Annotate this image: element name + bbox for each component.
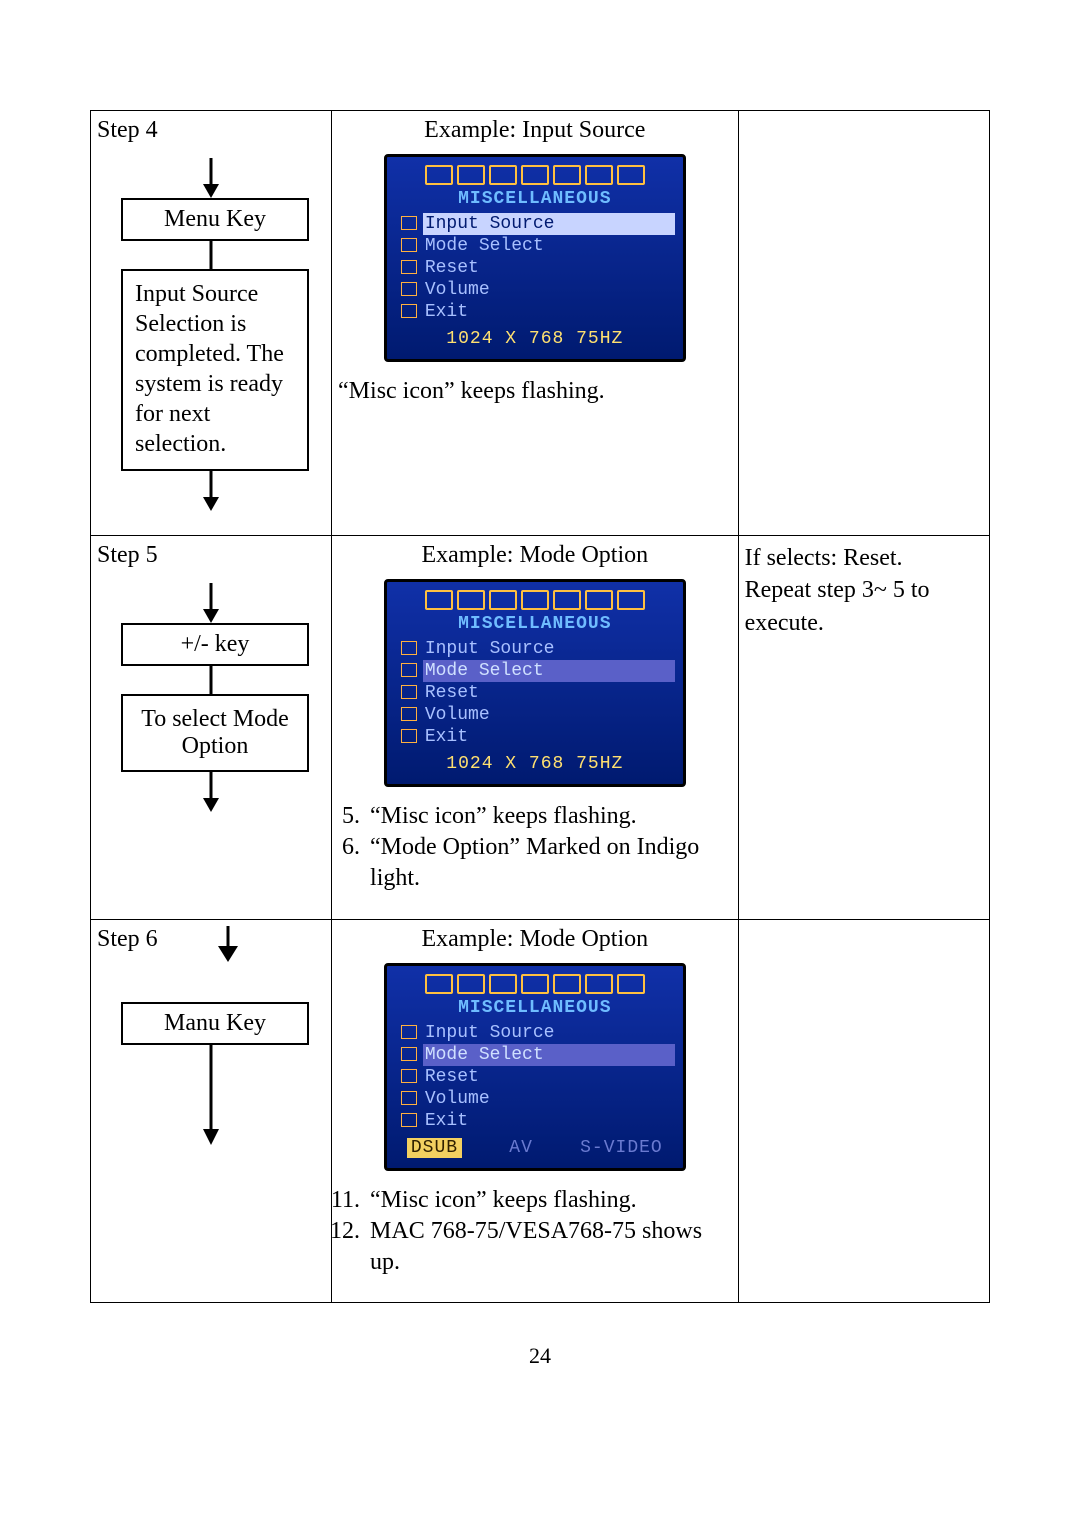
note-item: “Mode Option” Marked on Indigo light. xyxy=(366,832,732,894)
note-item: “Misc icon” keeps flashing. xyxy=(366,801,732,832)
arrow-down-icon xyxy=(151,583,271,623)
step-row: Step 4 Menu Key Input Source Selection i… xyxy=(91,111,990,536)
osd-status: 1024 X 768 75HZ xyxy=(395,329,675,349)
action-description: To select Mode Option xyxy=(121,694,309,772)
arrow-down-icon xyxy=(151,471,271,511)
arrow-down-icon xyxy=(151,241,271,269)
action-box: +/- key xyxy=(121,623,309,666)
example-caption: “Misc icon” keeps flashing. xyxy=(338,376,732,407)
arrow-down-icon xyxy=(151,1045,271,1145)
osd-item: Volume xyxy=(423,1088,675,1110)
step-label: Step 4 xyxy=(97,117,325,144)
osd-item: Reset xyxy=(423,682,675,704)
osd-item: Input Source xyxy=(423,213,675,235)
osd-item: Exit xyxy=(423,301,675,323)
osd-item: Mode Select xyxy=(423,1044,675,1066)
note-item: MAC 768-75/VESA768-75 shows up. xyxy=(366,1216,732,1278)
osd-icon-bar xyxy=(395,163,675,187)
action-description: Input Source Selection is completed. The… xyxy=(121,269,309,471)
osd-title: MISCELLANEOUS xyxy=(395,189,675,209)
side-note: If selects: Reset. Repeat step 3~ 5 to e… xyxy=(745,542,983,639)
step-row: Step 5 +/- key To select Mode Option Exa… xyxy=(91,536,990,920)
osd-status: 1024 X 768 75HZ xyxy=(395,754,675,774)
osd-screenshot: MISCELLANEOUS Input Source Mode Select R… xyxy=(384,579,686,787)
osd-icon-bar xyxy=(395,588,675,612)
example-notes: “Misc icon” keeps flashing. MAC 768-75/V… xyxy=(342,1185,732,1279)
osd-menu: Input Source Mode Select Reset Volume Ex… xyxy=(395,213,675,323)
osd-item: Volume xyxy=(423,279,675,301)
osd-status-token: AV xyxy=(509,1138,533,1158)
arrow-down-icon xyxy=(151,666,271,694)
arrow-down-icon xyxy=(151,772,271,812)
osd-title: MISCELLANEOUS xyxy=(395,998,675,1018)
osd-item: Volume xyxy=(423,704,675,726)
osd-item: Input Source xyxy=(423,638,675,660)
osd-item: Reset xyxy=(423,257,675,279)
arrow-down-icon xyxy=(188,926,268,962)
flow-column: Step 5 +/- key To select Mode Option xyxy=(97,542,325,812)
action-box: Menu Key xyxy=(121,198,309,241)
example-title: Example: Mode Option xyxy=(338,926,732,953)
note-item: “Misc icon” keeps flashing. xyxy=(366,1185,732,1216)
flow-column: Step 6 Manu Key xyxy=(97,926,325,1145)
step-label: Step 6 xyxy=(97,926,158,953)
steps-table: Step 4 Menu Key Input Source Selection i… xyxy=(90,110,990,1303)
osd-item: Mode Select xyxy=(423,660,675,682)
example-title: Example: Input Source xyxy=(338,117,732,144)
osd-menu: Input Source Mode Select Reset Volume Ex… xyxy=(395,1022,675,1132)
example-title: Example: Mode Option xyxy=(338,542,732,569)
osd-item: Mode Select xyxy=(423,235,675,257)
osd-icon-bar xyxy=(395,972,675,996)
osd-status: DSUB AV S-VIDEO xyxy=(395,1138,675,1158)
osd-item: Exit xyxy=(423,1110,675,1132)
step-label: Step 5 xyxy=(97,542,325,569)
osd-item: Input Source xyxy=(423,1022,675,1044)
flow-column: Step 4 Menu Key Input Source Selection i… xyxy=(97,117,325,511)
page-number: 24 xyxy=(90,1343,990,1369)
osd-item: Exit xyxy=(423,726,675,748)
osd-status-token: S-VIDEO xyxy=(580,1138,663,1158)
osd-menu: Input Source Mode Select Reset Volume Ex… xyxy=(395,638,675,748)
example-notes: “Misc icon” keeps flashing. “Mode Option… xyxy=(342,801,732,895)
action-box: Manu Key xyxy=(121,1002,309,1045)
osd-item: Reset xyxy=(423,1066,675,1088)
manual-page: Step 4 Menu Key Input Source Selection i… xyxy=(0,0,1080,1369)
osd-screenshot: MISCELLANEOUS Input Source Mode Select R… xyxy=(384,963,686,1171)
osd-title: MISCELLANEOUS xyxy=(395,614,675,634)
step-row: Step 6 Manu Key Example: Mode Option MIS… xyxy=(91,919,990,1303)
osd-status-token: DSUB xyxy=(407,1138,462,1158)
osd-screenshot: MISCELLANEOUS Input Source Mode Select R… xyxy=(384,154,686,362)
arrow-down-icon xyxy=(151,158,271,198)
